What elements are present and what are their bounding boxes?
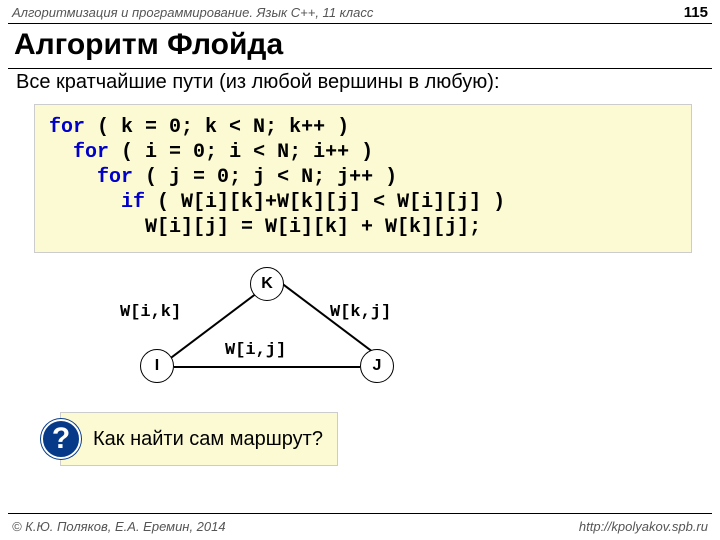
graph-diagram: K I J W[i,k] W[k,j] W[i,j] bbox=[140, 267, 460, 397]
node-k: K bbox=[250, 267, 284, 301]
header-bar: Алгоритмизация и программирование. Язык … bbox=[0, 0, 720, 23]
label-wkj: W[k,j] bbox=[330, 303, 391, 322]
kw-for: for bbox=[97, 166, 133, 189]
question-box: ? Как найти сам маршрут? bbox=[60, 412, 338, 466]
copyright: © К.Ю. Поляков, Е.А. Еремин, 2014 bbox=[12, 519, 226, 534]
kw-if: if bbox=[121, 191, 145, 214]
question-text: Как найти сам маршрут? bbox=[93, 428, 323, 451]
kw-for: for bbox=[49, 116, 85, 139]
footer-rule bbox=[8, 513, 712, 514]
question-mark-icon: ? bbox=[41, 419, 81, 459]
footer-url: http://kpolyakov.spb.ru bbox=[579, 519, 708, 534]
edge-ij bbox=[174, 366, 360, 368]
page-number: 115 bbox=[684, 4, 708, 21]
label-wij: W[i,j] bbox=[225, 341, 286, 360]
course-title: Алгоритмизация и программирование. Язык … bbox=[12, 5, 373, 20]
page-title: Алгоритм Флойда bbox=[0, 24, 720, 68]
subtitle: Все кратчайшие пути (из любой вершины в … bbox=[0, 69, 720, 104]
kw-for: for bbox=[73, 141, 109, 164]
footer: © К.Ю. Поляков, Е.А. Еремин, 2014 http:/… bbox=[0, 519, 720, 534]
label-wik: W[i,k] bbox=[120, 303, 181, 322]
code-block: for ( k = 0; k < N; k++ ) for ( i = 0; i… bbox=[34, 104, 692, 253]
node-i: I bbox=[140, 349, 174, 383]
node-j: J bbox=[360, 349, 394, 383]
